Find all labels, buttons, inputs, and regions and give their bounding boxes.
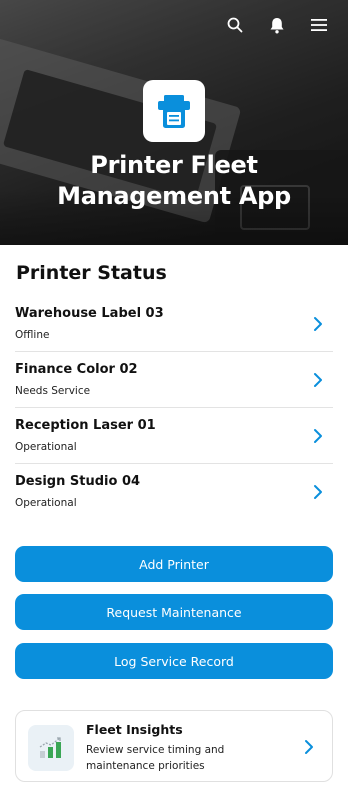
top-toolbar — [226, 16, 328, 34]
section-title-printer-status: Printer Status — [16, 262, 167, 284]
printer-name: Finance Color 02 — [15, 362, 138, 377]
hero-banner: Printer Fleet Management App — [0, 0, 348, 245]
chevron-right-icon[interactable] — [313, 316, 323, 332]
request-maintenance-button[interactable]: Request Maintenance — [15, 594, 333, 630]
chevron-right-icon[interactable] — [313, 428, 323, 444]
log-service-record-button[interactable]: Log Service Record — [15, 643, 333, 679]
printer-row[interactable]: Design Studio 04 Operational — [15, 464, 333, 520]
printer-name: Design Studio 04 — [15, 474, 141, 489]
printer-status: Needs Service — [15, 385, 91, 397]
app-logo — [143, 80, 205, 142]
printer-row[interactable]: Finance Color 02 Needs Service — [15, 352, 333, 408]
insights-title: Fleet Insights — [86, 722, 183, 737]
fleet-insights-card[interactable]: Fleet Insights Review service timing and… — [15, 710, 333, 782]
printer-list: Warehouse Label 03 Offline Finance Color… — [15, 296, 333, 520]
search-icon[interactable] — [226, 16, 244, 34]
add-printer-button[interactable]: Add Printer — [15, 546, 333, 582]
printer-status: Operational — [15, 497, 77, 509]
printer-status: Offline — [15, 329, 50, 341]
notification-icon[interactable] — [268, 16, 286, 34]
printer-row[interactable]: Warehouse Label 03 Offline — [15, 296, 333, 352]
app-title: Printer Fleet Management App — [57, 151, 291, 210]
printer-icon — [158, 95, 190, 128]
bar-chart-icon — [39, 737, 61, 758]
printer-row[interactable]: Reception Laser 01 Operational — [15, 408, 333, 464]
printer-name: Warehouse Label 03 — [15, 306, 164, 321]
chevron-right-icon[interactable] — [313, 372, 323, 388]
insights-description: Review service timing and maintenance pr… — [86, 744, 225, 772]
chevron-right-icon[interactable] — [304, 739, 314, 755]
printer-status: Operational — [15, 441, 77, 453]
insights-thumbnail — [28, 725, 74, 771]
printer-name: Reception Laser 01 — [15, 418, 156, 433]
chevron-right-icon[interactable] — [313, 484, 323, 500]
menu-icon[interactable] — [310, 16, 328, 34]
